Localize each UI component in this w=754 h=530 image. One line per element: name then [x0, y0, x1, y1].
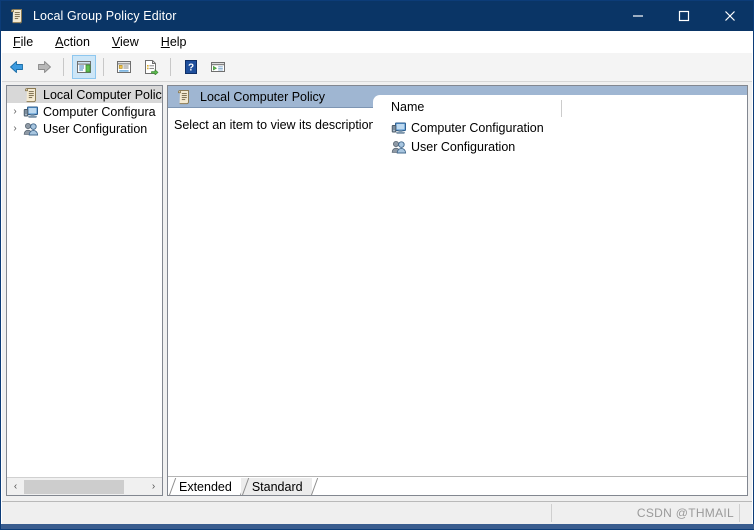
- show-action-pane-button[interactable]: [206, 55, 230, 79]
- sidebar-item-computer-configuration[interactable]: › Computer Configura: [7, 103, 162, 120]
- description-text: Select an item to view its description.: [174, 118, 379, 132]
- sidebar-item-label: Local Computer Policy: [43, 87, 162, 102]
- chevron-right-icon[interactable]: ›: [7, 121, 23, 137]
- scrollbar-track[interactable]: [24, 479, 145, 495]
- application-window: Local Group Policy Editor File Action Vi…: [0, 0, 754, 530]
- tab-standard[interactable]: Standard: [240, 478, 312, 495]
- menu-label-view: iew: [120, 35, 139, 49]
- tree-expander-placeholder[interactable]: [7, 87, 23, 103]
- sidebar-item-label: User Configuration: [43, 121, 148, 136]
- title-bar: Local Group Policy Editor: [1, 1, 753, 31]
- list-item-label: User Configuration: [411, 139, 516, 154]
- toolbar-separator-2: [103, 58, 104, 76]
- watermark-text: CSDN @THMAIL: [636, 506, 734, 520]
- tab-label: Standard: [251, 479, 303, 494]
- menu-bar: File Action View Help: [2, 31, 752, 54]
- tree-horizontal-scrollbar[interactable]: ‹ ›: [7, 477, 162, 495]
- toolbar: ?: [2, 53, 752, 82]
- list-column-header[interactable]: Name: [373, 95, 747, 118]
- close-icon[interactable]: [707, 1, 753, 31]
- column-header-name[interactable]: Name: [391, 100, 424, 114]
- maximize-icon[interactable]: [661, 1, 707, 31]
- tab-extended[interactable]: Extended: [168, 478, 241, 495]
- menu-item-action[interactable]: Action: [44, 33, 101, 51]
- menu-label-help: elp: [169, 35, 187, 49]
- results-pane: Local Computer Policy Select an item to …: [167, 85, 748, 496]
- properties-button[interactable]: [112, 55, 136, 79]
- menu-label-file: ile: [20, 35, 34, 49]
- list-item-label: Computer Configuration: [411, 120, 544, 135]
- policy-scroll-icon: [23, 87, 39, 103]
- scrollbar-thumb[interactable]: [24, 479, 124, 494]
- user-people-icon: [23, 121, 39, 137]
- window-bottom-strip: [1, 524, 754, 529]
- list-item[interactable]: Computer Configuration: [373, 118, 747, 137]
- list-item[interactable]: User Configuration: [373, 137, 747, 156]
- policy-scroll-icon: [176, 89, 192, 105]
- menu-item-file[interactable]: File: [2, 33, 44, 51]
- status-bar: CSDN @THMAIL: [2, 501, 752, 524]
- toolbar-separator-3: [170, 58, 171, 76]
- menu-accel-help: H: [160, 35, 170, 49]
- policy-scroll-icon: [9, 8, 25, 24]
- menu-accel-view: V: [111, 35, 121, 49]
- minimize-icon[interactable]: [615, 1, 661, 31]
- status-divider: [551, 504, 552, 522]
- scroll-right-arrow-icon[interactable]: ›: [145, 479, 162, 495]
- menu-item-help[interactable]: Help: [150, 33, 198, 51]
- content-area: Local Computer Policy › Computer Configu…: [2, 82, 752, 501]
- console-tree-pane: Local Computer Policy › Computer Configu…: [6, 85, 163, 496]
- status-divider-right: [739, 504, 740, 522]
- page-title: Local Computer Policy: [200, 89, 326, 104]
- computer-monitor-icon: [23, 104, 39, 120]
- computer-monitor-icon: [391, 120, 407, 136]
- sidebar-item-user-configuration[interactable]: › User Configuration: [7, 120, 162, 137]
- column-divider[interactable]: [561, 100, 562, 117]
- window-title: Local Group Policy Editor: [33, 9, 177, 23]
- scroll-left-arrow-icon[interactable]: ‹: [7, 479, 24, 495]
- tab-label: Extended: [179, 479, 232, 494]
- svg-text:?: ?: [188, 63, 194, 74]
- help-button[interactable]: ?: [179, 55, 203, 79]
- menu-accel-action: A: [55, 35, 64, 49]
- menu-item-view[interactable]: View: [101, 33, 150, 51]
- back-button[interactable]: [5, 55, 29, 79]
- export-list-button[interactable]: [139, 55, 163, 79]
- user-people-icon: [391, 139, 407, 155]
- show-hide-console-tree-button[interactable]: [72, 55, 96, 79]
- sidebar-item-local-computer-policy[interactable]: Local Computer Policy: [7, 86, 162, 103]
- list-column: Name Computer Configuration User Configu…: [373, 95, 747, 477]
- chevron-right-icon[interactable]: ›: [7, 104, 23, 120]
- description-column: Select an item to view its description.: [168, 109, 379, 477]
- sidebar-item-label: Computer Configura: [43, 104, 156, 119]
- view-tabs: Extended Standard: [168, 476, 747, 495]
- console-tree-list: Local Computer Policy › Computer Configu…: [7, 86, 162, 478]
- menu-accel-file: F: [13, 35, 21, 49]
- menu-label-action: ction: [63, 35, 90, 49]
- toolbar-separator-1: [63, 58, 64, 76]
- forward-button[interactable]: [32, 55, 56, 79]
